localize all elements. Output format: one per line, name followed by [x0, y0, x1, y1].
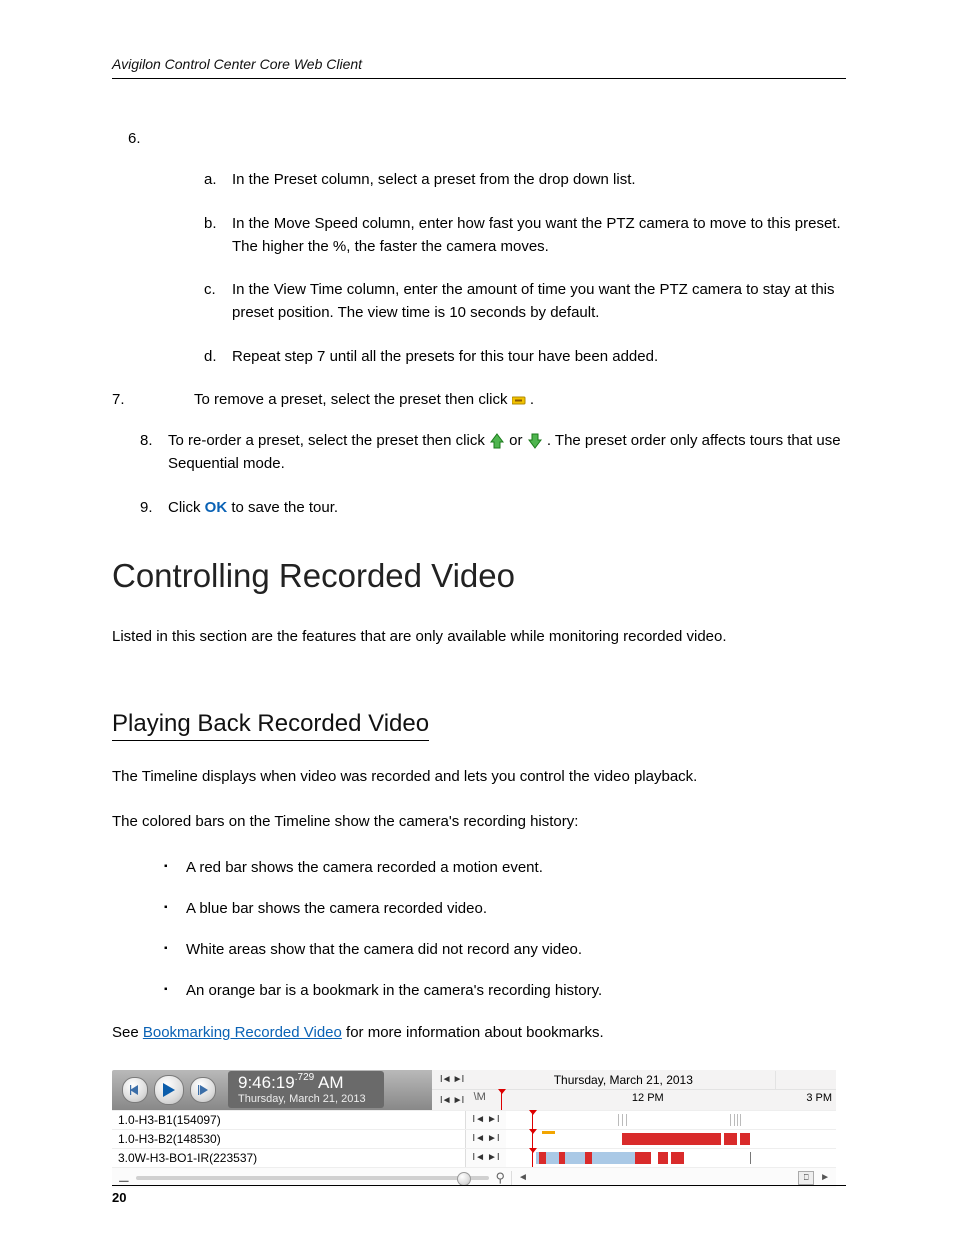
- see-bookmarks: See Bookmarking Recorded Video for more …: [112, 1021, 846, 1044]
- move-down-icon: [527, 433, 543, 449]
- camera-3-skip[interactable]: I◄►I: [466, 1152, 506, 1163]
- play-reverse-button[interactable]: [122, 1077, 148, 1103]
- zoom-in-icon[interactable]: ⚲: [495, 1170, 505, 1186]
- step-7-text-a: To remove a preset, select the preset th…: [194, 391, 512, 408]
- ruler-3pm: 3 PM: [806, 1092, 832, 1104]
- playhead-marker[interactable]: [501, 1090, 502, 1110]
- timeline-date-header: Thursday, March 21, 2013: [472, 1071, 776, 1089]
- step-7-text-b: .: [530, 391, 534, 408]
- camera-2-track[interactable]: [506, 1130, 836, 1148]
- camera-row-1: 1.0-H3-B1(154097) I◄►I: [112, 1110, 836, 1129]
- zoom-slider[interactable]: [136, 1176, 490, 1180]
- zoom-slider-handle[interactable]: [457, 1172, 471, 1186]
- recording-legend-list: A red bar shows the camera recorded a mo…: [164, 856, 846, 1003]
- date-skip-buttons[interactable]: I◄►I: [432, 1074, 472, 1085]
- legend-red: A red bar shows the camera recorded a mo…: [164, 856, 846, 879]
- step-9: 9. Click OK to save the tour.: [140, 496, 846, 519]
- step-6a: a. In the Preset column, select a preset…: [204, 168, 846, 191]
- para-timeline-desc: The Timeline displays when video was rec…: [112, 765, 846, 788]
- section-intro: Listed in this section are the features …: [112, 625, 846, 648]
- heading-controlling-recorded-video: Controlling Recorded Video: [112, 557, 846, 595]
- remove-preset-icon: [512, 395, 526, 405]
- playhead-time-display: 9:46:19.729 AM Thursday, March 21, 2013: [228, 1071, 384, 1108]
- camera-1-track[interactable]: [506, 1111, 836, 1129]
- legend-blue: A blue bar shows the camera recorded vid…: [164, 897, 846, 920]
- timeline-figure: 9:46:19.729 AM Thursday, March 21, 2013 …: [112, 1070, 836, 1188]
- step-8: 8. To re-order a preset, select the pres…: [140, 429, 846, 476]
- camera-2-skip[interactable]: I◄►I: [466, 1133, 506, 1144]
- camera-1-name: 1.0-H3-B1(154097): [112, 1111, 466, 1129]
- step-6-number: 6.: [128, 127, 154, 150]
- camera-row-2: 1.0-H3-B2(148530) I◄►I: [112, 1129, 836, 1148]
- play-button[interactable]: [154, 1075, 184, 1105]
- camera-3-name: 3.0W-H3-BO1-IR(223537): [112, 1149, 466, 1167]
- step-7: 7. To remove a preset, select the preset…: [112, 388, 846, 411]
- ok-label: OK: [205, 499, 228, 516]
- ruler-am-fragment: \M: [474, 1091, 486, 1103]
- camera-2-name: 1.0-H3-B2(148530): [112, 1130, 466, 1148]
- scroll-right-icon[interactable]: ►: [820, 1172, 830, 1183]
- move-up-icon: [489, 433, 505, 449]
- step-6b: b. In the Move Speed column, enter how f…: [204, 212, 846, 259]
- camera-row-3: 3.0W-H3-BO1-IR(223537) I◄►I: [112, 1148, 836, 1167]
- camera-1-skip[interactable]: I◄►I: [466, 1114, 506, 1125]
- link-bookmarking-recorded-video[interactable]: Bookmarking Recorded Video: [143, 1024, 342, 1041]
- running-header: Avigilon Control Center Core Web Client: [112, 56, 846, 79]
- step-6c: c. In the View Time column, enter the am…: [204, 278, 846, 325]
- step-forward-button[interactable]: [190, 1077, 216, 1103]
- para-colored-bars: The colored bars on the Timeline show th…: [112, 810, 846, 833]
- zoom-out-icon[interactable]: ⚊: [118, 1170, 130, 1186]
- legend-orange: An orange bar is a bookmark in the camer…: [164, 979, 846, 1002]
- time-ruler[interactable]: \M 12 PM 3 PM: [472, 1090, 836, 1110]
- hour-skip-buttons[interactable]: I◄►I: [432, 1095, 472, 1106]
- ruler-12pm: 12 PM: [632, 1092, 664, 1104]
- page-number: 20: [112, 1185, 846, 1205]
- camera-3-track[interactable]: [506, 1149, 836, 1167]
- step-6d: d. Repeat step 7 until all the presets f…: [204, 345, 846, 368]
- scroll-left-icon[interactable]: ◄: [518, 1172, 528, 1183]
- heading-playing-back: Playing Back Recorded Video: [112, 710, 429, 741]
- scroll-thumb-icon[interactable]: ⎕: [798, 1171, 814, 1185]
- legend-white: White areas show that the camera did not…: [164, 938, 846, 961]
- step-6: 6.: [128, 127, 846, 150]
